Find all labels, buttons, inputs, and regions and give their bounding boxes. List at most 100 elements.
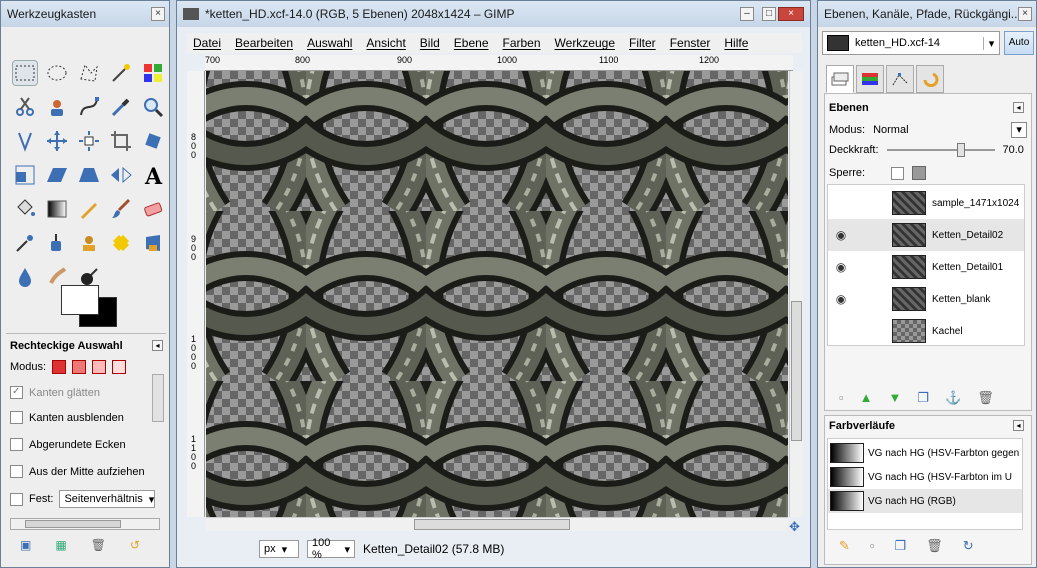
- mode-subtract-icon[interactable]: [92, 360, 107, 374]
- opacity-slider-handle[interactable]: [956, 143, 965, 157]
- mode-replace-icon[interactable]: [52, 360, 67, 374]
- dock-close-button[interactable]: ×: [1018, 7, 1032, 21]
- new-layer-icon[interactable]: ▫: [839, 390, 844, 406]
- image-window-titlebar[interactable]: *ketten_HD.xcf-14.0 (RGB, 5 Ebenen) 2048…: [177, 1, 810, 27]
- toolbox-close-button[interactable]: ×: [151, 7, 165, 21]
- menu-werkzeuge[interactable]: Werkzeuge: [555, 36, 615, 50]
- toolbox-titlebar[interactable]: Werkzeugkasten ×: [1, 1, 169, 27]
- restore-options-icon[interactable]: ▦: [55, 538, 66, 552]
- text-tool-icon[interactable]: A: [141, 163, 165, 190]
- horizontal-scrollbar[interactable]: [206, 517, 788, 531]
- perspective-tool-icon[interactable]: [77, 163, 101, 187]
- menu-ansicht[interactable]: Ansicht: [366, 36, 405, 50]
- save-options-icon[interactable]: ▣: [20, 538, 31, 552]
- opacity-slider[interactable]: [886, 143, 995, 157]
- layer-mode-combo[interactable]: Normal: [873, 124, 1003, 136]
- menu-auswahl[interactable]: Auswahl: [307, 36, 352, 50]
- eye-icon[interactable]: ◉: [828, 260, 854, 274]
- image-canvas[interactable]: [206, 71, 788, 517]
- tab-channels[interactable]: [856, 65, 884, 93]
- mode-intersect-icon[interactable]: [112, 360, 127, 374]
- refresh-gradients-icon[interactable]: ↻: [963, 538, 974, 554]
- layer-row[interactable]: ◉ Ketten_Detail01: [828, 251, 1024, 283]
- expand-from-center-option[interactable]: Aus der Mitte aufziehen: [10, 465, 145, 478]
- layer-row[interactable]: Kachel: [828, 315, 1024, 347]
- heal-tool-icon[interactable]: [109, 231, 133, 255]
- pencil-tool-icon[interactable]: [77, 197, 101, 221]
- new-gradient-icon[interactable]: ▫: [870, 538, 875, 554]
- lock-pixels-checkbox[interactable]: [891, 166, 905, 180]
- lower-layer-icon[interactable]: ▼: [888, 390, 901, 406]
- blend-tool-icon[interactable]: [45, 197, 69, 221]
- chevron-down-icon[interactable]: ▾: [1011, 122, 1028, 138]
- paths-tool-icon[interactable]: [77, 95, 101, 119]
- menu-farben[interactable]: Farben: [503, 36, 541, 50]
- airbrush-tool-icon[interactable]: [13, 231, 37, 255]
- free-select-tool-icon[interactable]: [77, 61, 101, 85]
- antialias-option[interactable]: Kanten glätten: [10, 386, 100, 399]
- color-select-tool-icon[interactable]: [141, 61, 165, 85]
- lock-alpha-icon[interactable]: [912, 166, 927, 180]
- anchor-layer-icon[interactable]: ⚓: [945, 390, 961, 406]
- fixed-checkbox[interactable]: [10, 492, 23, 506]
- fuzzy-select-tool-icon[interactable]: [109, 61, 133, 85]
- vertical-ruler[interactable]: 800 900 1000 1100: [187, 71, 205, 517]
- unit-combo[interactable]: px ▾: [259, 540, 299, 558]
- zoom-tool-icon[interactable]: [141, 95, 165, 119]
- bucket-fill-tool-icon[interactable]: [13, 197, 37, 221]
- crop-tool-icon[interactable]: [109, 129, 133, 153]
- perspective-clone-tool-icon[interactable]: [141, 231, 165, 255]
- horizontal-ruler[interactable]: 700 800 900 1000 1100 1200: [205, 55, 793, 71]
- color-area[interactable]: [59, 283, 119, 327]
- foreground-color-swatch[interactable]: [61, 285, 99, 315]
- menu-bild[interactable]: Bild: [420, 36, 440, 50]
- ink-tool-icon[interactable]: [45, 231, 69, 255]
- horizontal-scroll-thumb[interactable]: [414, 519, 570, 530]
- clone-tool-icon[interactable]: [77, 231, 101, 255]
- tool-options-menu-icon[interactable]: ◂: [152, 340, 163, 351]
- minimize-button[interactable]: –: [740, 7, 754, 21]
- move-tool-icon[interactable]: [45, 129, 69, 153]
- rounded-corners-option[interactable]: Abgerundete Ecken: [10, 438, 126, 451]
- layers-menu-icon[interactable]: ◂: [1013, 102, 1024, 113]
- foreground-select-tool-icon[interactable]: [45, 95, 69, 119]
- layer-row[interactable]: ◉ Ketten_blank: [828, 283, 1024, 315]
- eraser-tool-icon[interactable]: [141, 197, 165, 221]
- rect-select-tool-icon[interactable]: [12, 60, 38, 86]
- dock-titlebar[interactable]: Ebenen, Kanäle, Pfade, Rückgängi... ×: [818, 1, 1036, 27]
- opacity-value[interactable]: 70.0: [1003, 144, 1024, 156]
- delete-options-icon[interactable]: 🗑: [91, 538, 106, 552]
- scale-tool-icon[interactable]: [13, 163, 37, 187]
- gradients-menu-icon[interactable]: ◂: [1013, 420, 1024, 431]
- reset-options-icon[interactable]: ↺: [130, 538, 140, 552]
- duplicate-gradient-icon[interactable]: ❐: [895, 538, 907, 554]
- expand-from-center-checkbox[interactable]: [10, 465, 23, 478]
- eye-icon[interactable]: ◉: [828, 228, 854, 242]
- ellipse-select-tool-icon[interactable]: [45, 61, 69, 85]
- tab-undo-history[interactable]: [916, 65, 944, 93]
- layer-row[interactable]: sample_1471x1024: [828, 187, 1024, 219]
- tab-paths[interactable]: [886, 65, 914, 93]
- align-tool-icon[interactable]: [77, 129, 101, 153]
- shear-tool-icon[interactable]: [45, 163, 69, 187]
- antialias-checkbox[interactable]: [10, 386, 23, 399]
- navigate-icon[interactable]: ✥: [789, 519, 800, 535]
- delete-layer-icon[interactable]: 🗑: [977, 390, 994, 406]
- zoom-combo[interactable]: 100 % ▾: [307, 537, 355, 561]
- raise-layer-icon[interactable]: ▲: [860, 390, 873, 406]
- scissors-tool-icon[interactable]: [13, 95, 37, 119]
- vertical-scrollbar[interactable]: [789, 71, 803, 517]
- menu-filter[interactable]: Filter: [629, 36, 656, 50]
- layer-row[interactable]: ◉ Ketten_Detail02: [828, 219, 1024, 251]
- fixed-option[interactable]: Fest: Seitenverhältnis ▾: [10, 490, 156, 508]
- mode-add-icon[interactable]: [72, 360, 87, 374]
- menu-datei[interactable]: Datei: [193, 36, 221, 50]
- tab-layers[interactable]: [826, 65, 854, 93]
- flip-tool-icon[interactable]: [109, 163, 133, 187]
- menu-hilfe[interactable]: Hilfe: [724, 36, 748, 50]
- gradient-item[interactable]: VG nach HG (RGB): [828, 489, 1022, 513]
- blur-tool-icon[interactable]: [13, 265, 37, 289]
- color-picker-tool-icon[interactable]: [109, 95, 133, 119]
- edit-gradient-icon[interactable]: ✎: [839, 538, 850, 554]
- duplicate-layer-icon[interactable]: ❐: [917, 390, 929, 406]
